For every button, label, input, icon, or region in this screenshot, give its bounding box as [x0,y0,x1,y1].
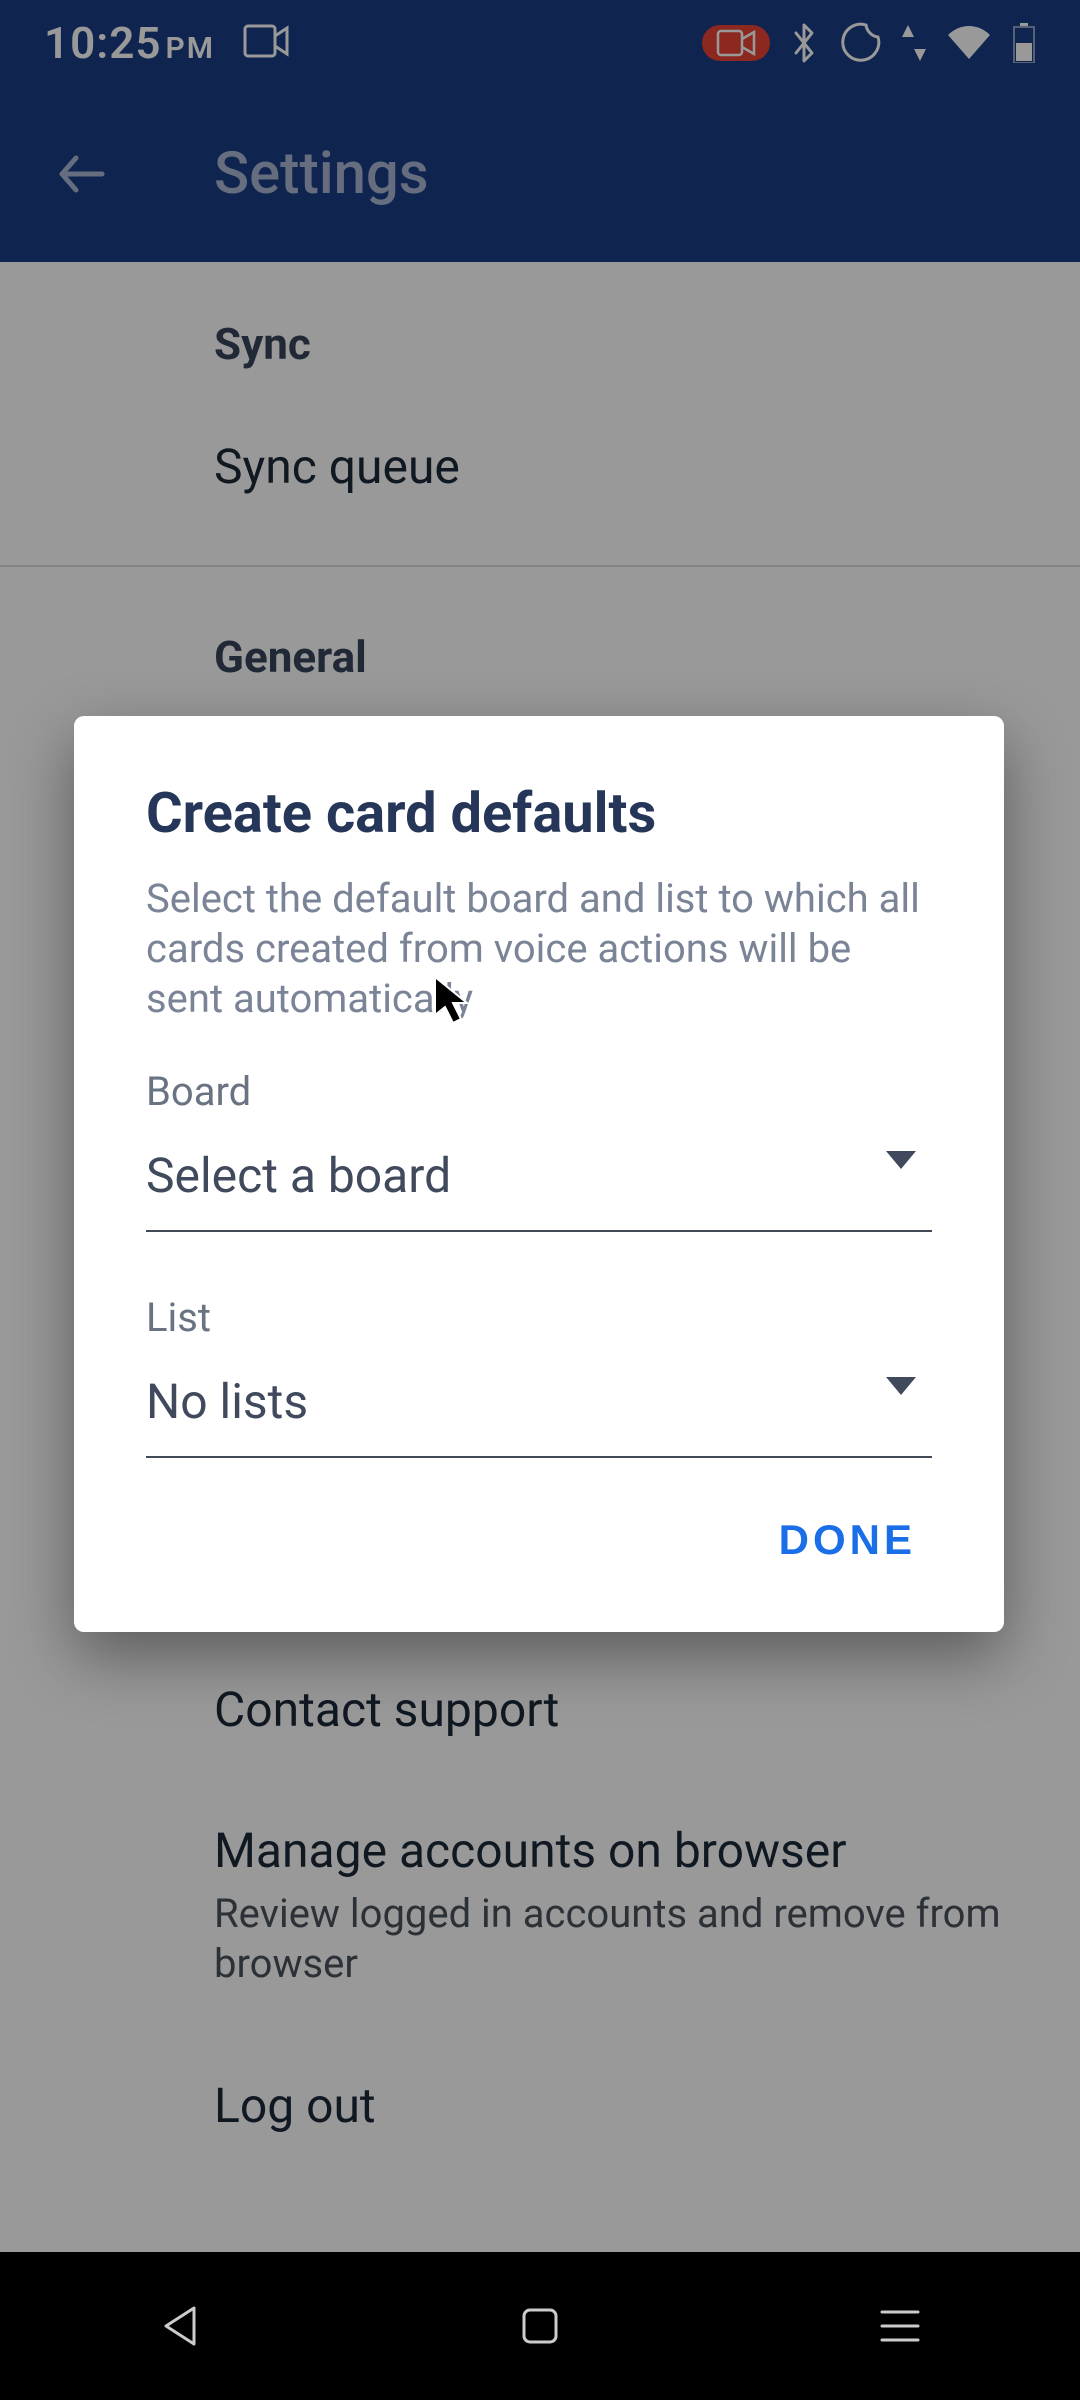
board-select-value: Select a board [146,1147,451,1204]
dialog-actions: DONE [146,1498,932,1582]
create-card-defaults-dialog: Create card defaults Select the default … [74,716,1004,1632]
board-select[interactable]: Select a board [146,1141,932,1232]
dropdown-caret-icon [886,1151,916,1169]
nav-recents-button[interactable] [868,2294,932,2358]
list-select-value: No lists [146,1373,308,1430]
dialog-description: Select the default board and list to whi… [146,874,932,1024]
board-label: Board [146,1068,932,1115]
nav-back-button[interactable] [148,2294,212,2358]
list-select[interactable]: No lists [146,1367,932,1458]
dialog-title: Create card defaults [146,780,932,846]
done-button[interactable]: DONE [763,1498,932,1582]
nav-home-button[interactable] [508,2294,572,2358]
list-label: List [146,1294,932,1341]
dropdown-caret-icon [886,1377,916,1395]
system-nav-bar [0,2252,1080,2400]
mouse-cursor-icon [431,975,475,1027]
